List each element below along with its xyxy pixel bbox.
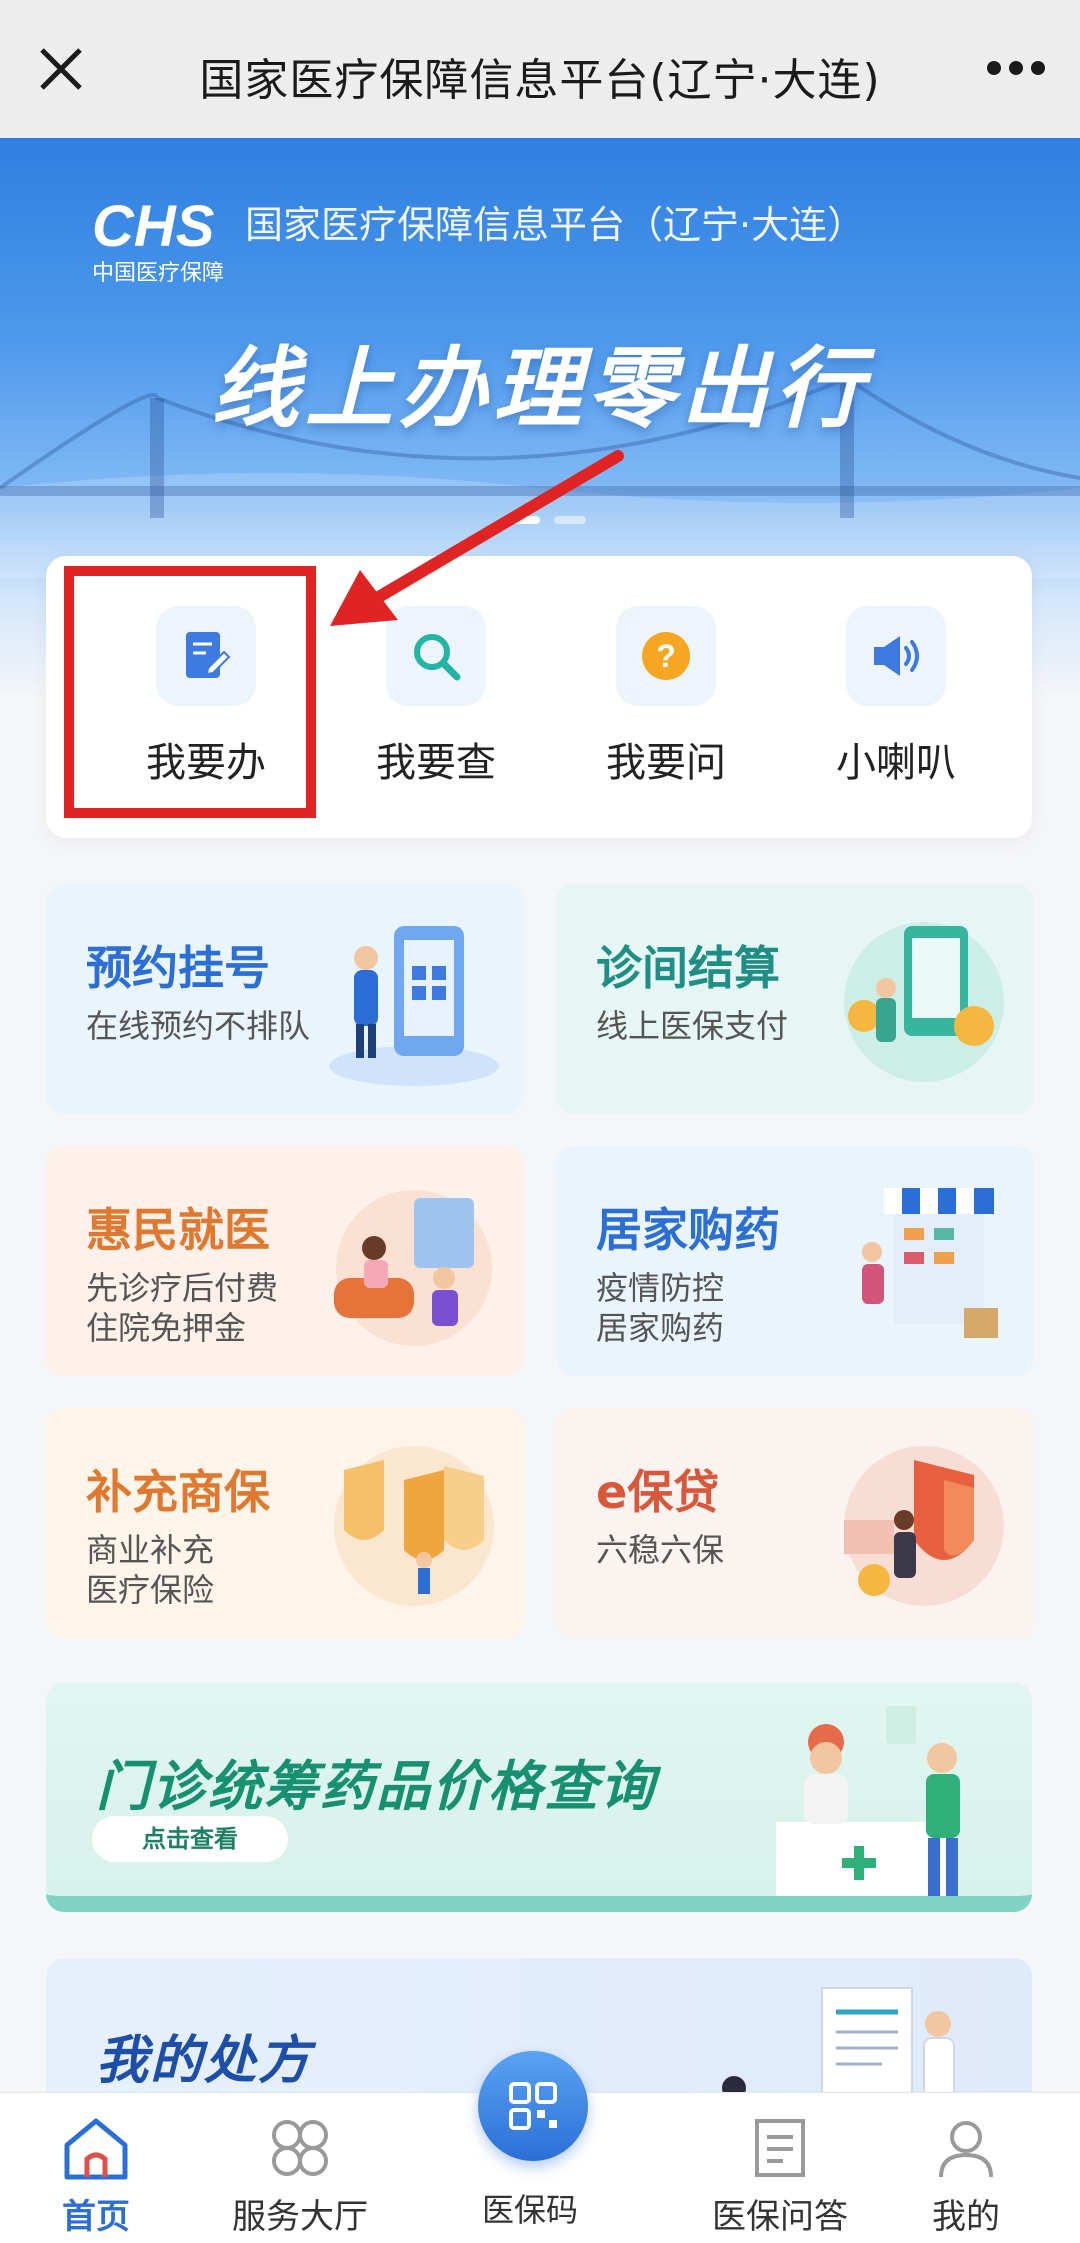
service-card-appointment[interactable]: 预约挂号 在线预约不排队 (46, 884, 524, 1114)
service-title: e保贷 (596, 1465, 720, 1519)
home-icon (64, 2118, 128, 2180)
drug-price-query-banner[interactable]: 门诊统筹药品价格查询 点击查看 (46, 1682, 1032, 1912)
service-subtitle-line: 疫情防控 (596, 1269, 725, 1307)
phone-qr-illustration (329, 926, 499, 1086)
nav-service-hall[interactable]: 服务大厅 (210, 2115, 390, 2238)
qa-doc-icon (755, 2119, 805, 2177)
service-title: 居家购药 (596, 1203, 780, 1257)
question-icon: ? (616, 606, 716, 706)
service-card-medicine[interactable]: 居家购药 疫情防控 居家购药 (556, 1146, 1034, 1376)
service-card-insurance[interactable]: 补充商保 商业补充 医疗保险 (46, 1408, 524, 1638)
price-query-title: 门诊统筹药品价格查询 (96, 1755, 656, 1818)
service-subtitle-line: 医疗保险 (86, 1571, 215, 1609)
service-subtitle: 六稳六保 (596, 1531, 725, 1569)
service-title: 预约挂号 (86, 941, 270, 995)
nav-label: 我的 (932, 2197, 1000, 2237)
chs-logo: CHS 中国医疗保障 (92, 194, 224, 286)
nav-qa[interactable]: 医保问答 (690, 2115, 870, 2238)
more-icon[interactable] (986, 60, 1046, 76)
service-card-loan[interactable]: e保贷 六稳六保 (556, 1408, 1034, 1638)
quick-action-label: 小喇叭 (836, 740, 956, 786)
service-title: 惠民就医 (86, 1203, 270, 1257)
service-subtitle: 商业补充 医疗保险 (86, 1530, 214, 1610)
doctor-visit-illustration (334, 1190, 492, 1346)
bottom-nav: 首页 服务大厅 医保码 医保问答 我的 (0, 2051, 1080, 2243)
prescription-title: 我的处方 (96, 2031, 313, 2091)
qr-code-icon (509, 2082, 557, 2130)
service-subtitle-line: 先诊疗后付费 (86, 1269, 279, 1307)
nav-qr-code[interactable] (478, 2051, 588, 2161)
svg-text:中国医疗保障: 中国医疗保障 (92, 261, 224, 286)
nav-label: 医保问答 (712, 2197, 848, 2237)
service-subtitle-line: 商业补充 (86, 1531, 215, 1569)
quick-action-ask[interactable]: ? 我要问 (566, 606, 766, 788)
user-icon (939, 2121, 993, 2178)
speaker-icon (846, 606, 946, 706)
quick-action-label: 我要查 (376, 740, 496, 786)
quick-action-announce[interactable]: 小喇叭 (796, 606, 996, 788)
service-subtitle: 线上医保支付 (596, 1007, 789, 1045)
loan-illustration (844, 1446, 1004, 1606)
service-subtitle: 先诊疗后付费 住院免押金 (86, 1268, 278, 1348)
service-subtitle-line: 住院免押金 (86, 1309, 247, 1347)
page-title: 国家医疗保障信息平台(辽宁·大连) (199, 55, 881, 106)
nav-label: 医保码 (481, 2191, 578, 2229)
annotation-arrow (330, 450, 624, 626)
service-title: 补充商保 (86, 1465, 270, 1519)
nav-mine[interactable]: 我的 (876, 2115, 1056, 2238)
svg-text:CHS: CHS (92, 194, 215, 259)
service-subtitle: 疫情防控 居家购药 (596, 1268, 724, 1348)
service-card-benefit[interactable]: 惠民就医 先诊疗后付费 住院免押金 (46, 1146, 524, 1376)
pharmacist-illustration (776, 1706, 960, 1896)
nav-home[interactable]: 首页 (6, 2115, 186, 2238)
quick-action-query[interactable]: 我要查 (336, 606, 536, 788)
banner-slogan: 线上办理零出行 (210, 337, 869, 440)
insurance-shield-illustration (334, 1446, 494, 1606)
view-button[interactable]: 点击查看 (92, 1816, 288, 1862)
annotation-highlight-box (64, 566, 316, 818)
service-card-settlement[interactable]: 诊间结算 线上医保支付 (556, 884, 1034, 1114)
svg-text:?: ? (656, 638, 676, 674)
quick-action-label: 我要问 (606, 740, 726, 786)
payment-illustration (844, 922, 1004, 1082)
service-hall-icon (272, 2120, 328, 2176)
service-title: 诊间结算 (596, 941, 780, 995)
title-bar: 国家医疗保障信息平台(辽宁·大连) (0, 0, 1080, 138)
nav-label: 服务大厅 (232, 2197, 368, 2237)
platform-name: 国家医疗保障信息平台（辽宁·大连） (245, 203, 866, 247)
pharmacy-illustration (862, 1188, 998, 1338)
service-subtitle: 在线预约不排队 (86, 1007, 311, 1045)
nav-label: 首页 (62, 2197, 130, 2237)
service-subtitle-line: 居家购药 (596, 1309, 725, 1347)
